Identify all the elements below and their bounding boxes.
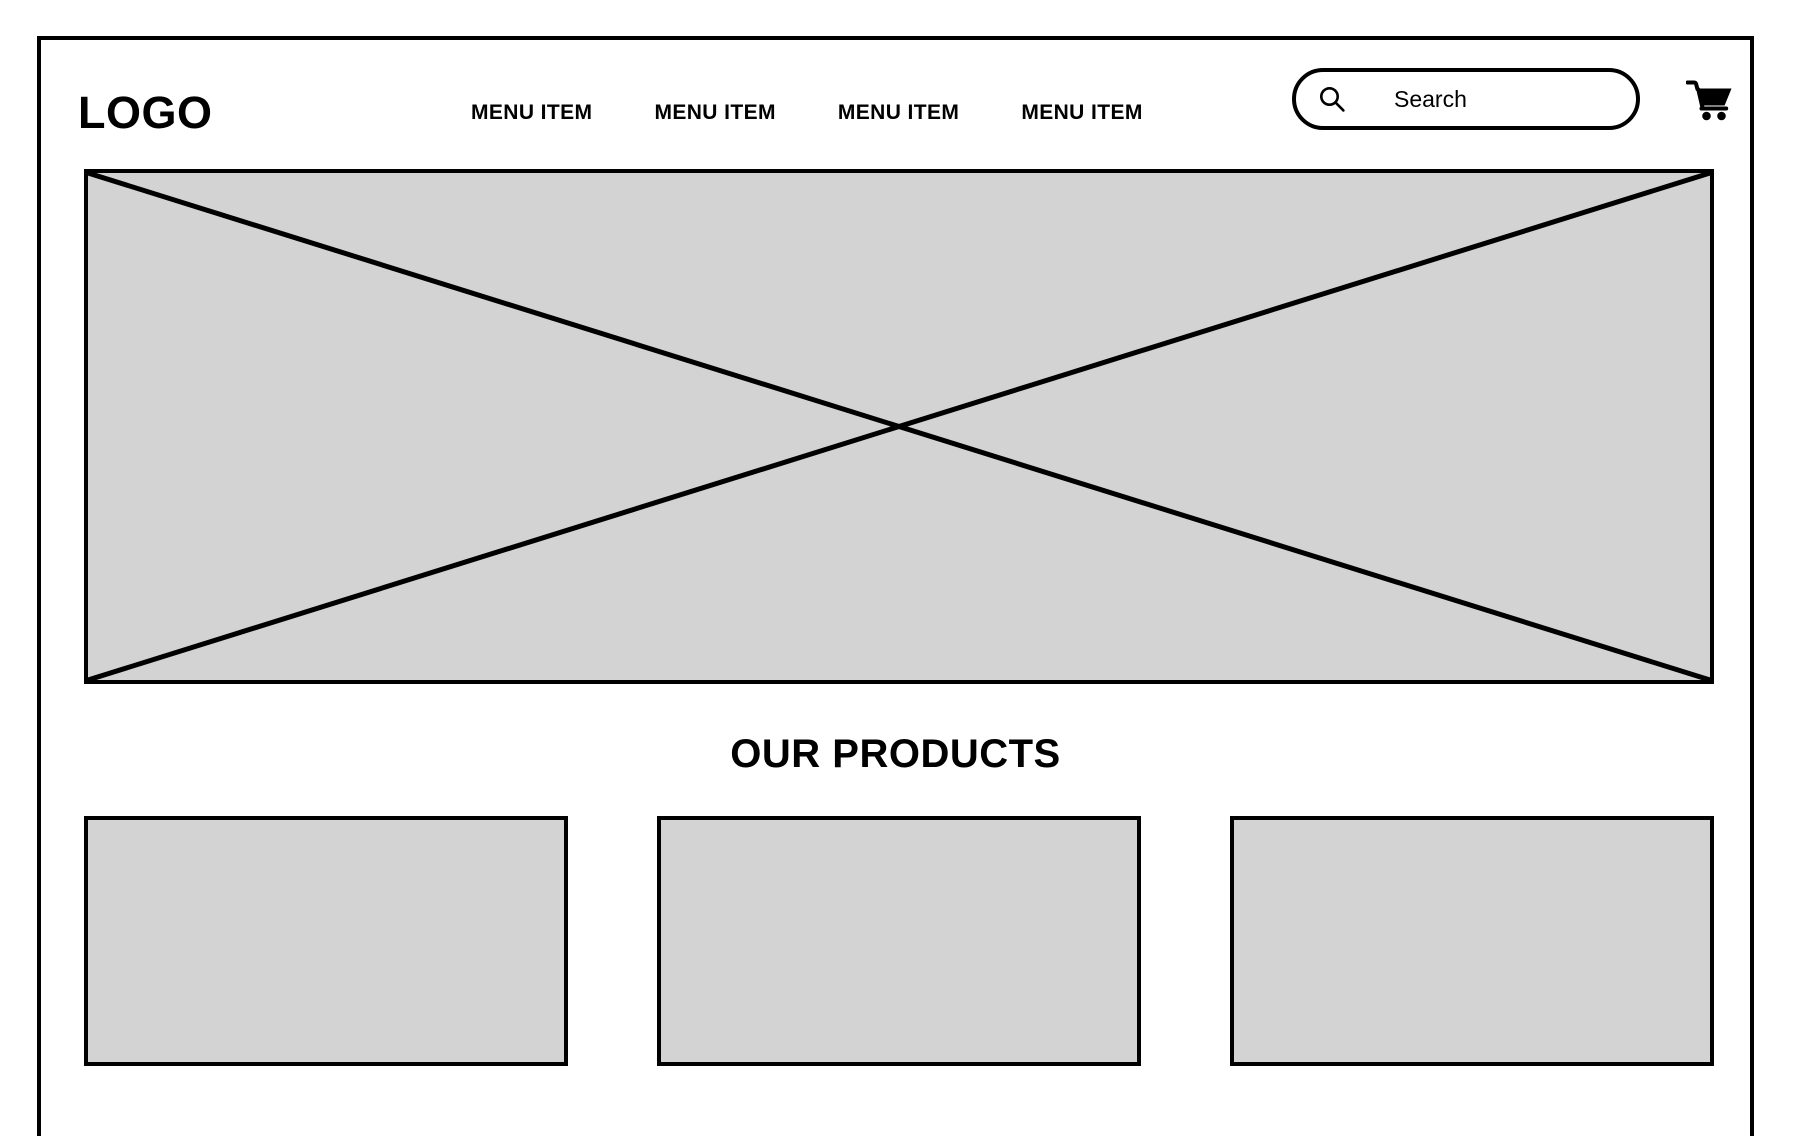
logo[interactable]: LOGO [78, 90, 213, 135]
shopping-cart-button[interactable] [1686, 78, 1734, 122]
shopping-cart-icon [1686, 80, 1732, 121]
site-header: LOGO MENU ITEM MENU ITEM MENU ITEM MENU … [41, 40, 1750, 165]
nav-item-2[interactable]: MENU ITEM [654, 102, 775, 123]
products-section-heading: OUR PRODUCTS [730, 732, 1061, 776]
product-card-2[interactable] [657, 816, 1141, 1066]
main-navigation: MENU ITEM MENU ITEM MENU ITEM MENU ITEM [471, 102, 1143, 123]
nav-item-3[interactable]: MENU ITEM [838, 102, 959, 123]
product-card-1[interactable] [84, 816, 568, 1066]
nav-item-4[interactable]: MENU ITEM [1021, 102, 1142, 123]
product-card-3[interactable] [1230, 816, 1714, 1066]
nav-item-1[interactable]: MENU ITEM [471, 102, 592, 123]
product-grid [84, 816, 1714, 1066]
hero-image-placeholder [84, 169, 1714, 684]
search-placeholder-text: Search [1394, 85, 1467, 112]
crossed-box-placeholder-icon [88, 173, 1710, 680]
search-input[interactable]: Search [1292, 68, 1640, 130]
search-icon [1320, 87, 1345, 112]
page-frame: LOGO MENU ITEM MENU ITEM MENU ITEM MENU … [37, 36, 1754, 1136]
